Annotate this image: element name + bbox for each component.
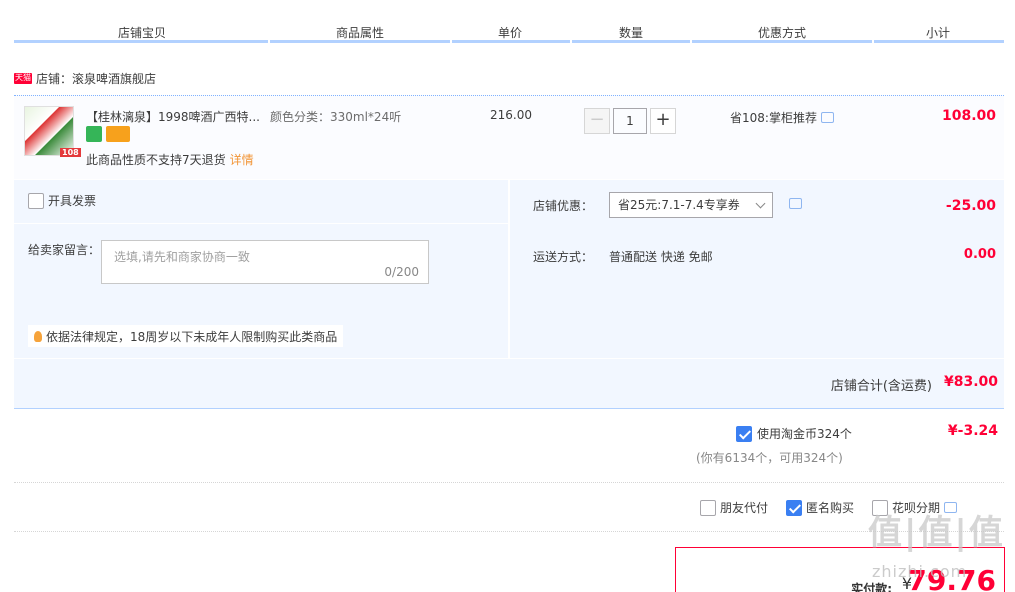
header-underline	[452, 40, 570, 43]
header-col-price: 单价	[497, 26, 522, 40]
coin-checkbox[interactable]	[736, 425, 752, 442]
shipping-label: 运送方式：	[533, 250, 594, 264]
quantity-input[interactable]: 1	[613, 108, 647, 134]
coin-discount-value: ¥-3.24	[947, 423, 998, 439]
order-options-panel: 开具发票 给卖家留言： 选填,请先和商家协商一致 0/200 依据法律规定，18…	[14, 180, 1004, 358]
cart-item-row: 108 【桂林漓泉】1998啤酒广西特... 此商品性质不支持7天退货 详情 颜色…	[14, 95, 1004, 179]
product-attribute: 颜色分类：330ml*24听	[270, 110, 402, 124]
shipping-fee: 0.00	[963, 247, 996, 262]
invoice-label: 开具发票	[48, 194, 97, 208]
tmall-badge-icon: 天猫	[14, 72, 32, 84]
header-underline	[14, 40, 268, 43]
header-col-attr: 商品属性	[335, 26, 384, 40]
promotion-info: 省108:掌柜推荐	[730, 109, 834, 126]
thumbnail-price-tag: 108	[60, 148, 81, 157]
site-watermark-url: zhizhi.com	[872, 562, 968, 581]
quantity-minus-button[interactable]: −	[584, 108, 610, 134]
unit-price: 216.00	[490, 108, 532, 122]
anonymous-purchase-option[interactable]: 匿名购买	[786, 499, 854, 516]
chat-bubble-icon[interactable]	[820, 112, 834, 123]
message-section: 给卖家留言： 选填,请先和商家协商一致 0/200 依据法律规定，18周岁以下未…	[14, 225, 508, 358]
header-underline	[572, 40, 690, 43]
detail-link[interactable]: 详情	[230, 153, 254, 167]
shop-discount-section: 店铺优惠： 省25元:7.1-7.4专享券 -25.00 运送方式： 普通配送 …	[510, 180, 1004, 358]
message-label: 给卖家留言：	[28, 243, 101, 257]
invoice-option[interactable]: 开具发票	[28, 192, 96, 209]
header-underline	[874, 40, 1004, 43]
chevron-down-icon	[755, 198, 766, 209]
header-underline	[270, 40, 450, 43]
item-subtotal: 108.00	[941, 108, 996, 124]
invoice-checkbox[interactable]	[28, 192, 44, 209]
header-underline	[692, 40, 872, 43]
invoice-section: 开具发票	[14, 180, 508, 224]
coin-option[interactable]: 使用淘金币324个	[736, 425, 852, 442]
cart-column-header: 店铺宝贝 商品属性 单价 数量 优惠方式 小计	[14, 18, 1004, 44]
coin-balance-note: (你有6134个，可用324个)	[696, 451, 843, 465]
law-notice: 依据法律规定，18周岁以下未成年人限制购买此类商品	[28, 325, 344, 347]
quantity-plus-button[interactable]: +	[650, 108, 676, 134]
shop-name-link[interactable]: 店铺：滚泉啤酒旗舰店	[36, 70, 156, 87]
coin-label: 使用淘金币324个	[757, 427, 852, 441]
shop-line: 天猫 店铺：滚泉啤酒旗舰店	[14, 70, 156, 86]
seller-message-input[interactable]: 选填,请先和商家协商一致 0/200	[101, 240, 429, 284]
law-notice-text: 依据法律规定，18周岁以下未成年人限制购买此类商品	[46, 329, 338, 344]
header-col-promo: 优惠方式	[757, 26, 806, 40]
service-icons	[86, 126, 130, 142]
message-placeholder: 选填,请先和商家协商一致	[114, 250, 250, 264]
promotion-text: 省108:掌柜推荐	[730, 111, 817, 125]
no-return-text: 此商品性质不支持7天退货	[86, 153, 226, 167]
shop-total-value: ¥83.00	[943, 374, 998, 390]
header-col-qty: 数量	[618, 26, 643, 40]
quantity-stepper: − 1 +	[584, 108, 676, 134]
divider	[14, 531, 1004, 532]
anonymous-purchase-label: 匿名购买	[806, 501, 855, 515]
no-return-notice: 此商品性质不支持7天退货 详情	[86, 151, 254, 168]
chat-bubble-icon[interactable]	[789, 198, 802, 209]
credit-card-icon	[106, 126, 130, 142]
shipping-method: 普通配送 快递 免邮	[609, 250, 713, 264]
header-col-item: 店铺宝贝	[117, 26, 166, 40]
friend-pay-checkbox[interactable]	[700, 499, 716, 516]
coupon-label: 店铺优惠：	[533, 199, 594, 213]
friend-pay-label: 朋友代付	[720, 501, 769, 515]
site-watermark-logo: 值|值|值	[868, 513, 1005, 553]
message-char-count: 0/200	[384, 265, 419, 279]
friend-pay-option[interactable]: 朋友代付	[700, 499, 768, 516]
shop-total-row: 店铺合计(含运费) ¥83.00	[14, 359, 1004, 409]
shop-total-label: 店铺合计(含运费)	[830, 379, 932, 394]
lightbulb-icon	[34, 330, 42, 342]
guarantee-icon	[86, 126, 102, 142]
header-col-subtotal: 小计	[925, 26, 950, 40]
divider	[14, 482, 1004, 483]
coupon-discount-value: -25.00	[945, 198, 996, 214]
product-title-link[interactable]: 【桂林漓泉】1998啤酒广西特...	[86, 108, 260, 125]
final-payment-label: 实付款:	[851, 582, 892, 592]
anonymous-purchase-checkbox[interactable]	[786, 499, 803, 516]
coupon-select[interactable]: 省25元:7.1-7.4专享券	[609, 192, 773, 218]
coupon-select-value: 省25元:7.1-7.4专享券	[618, 198, 740, 212]
